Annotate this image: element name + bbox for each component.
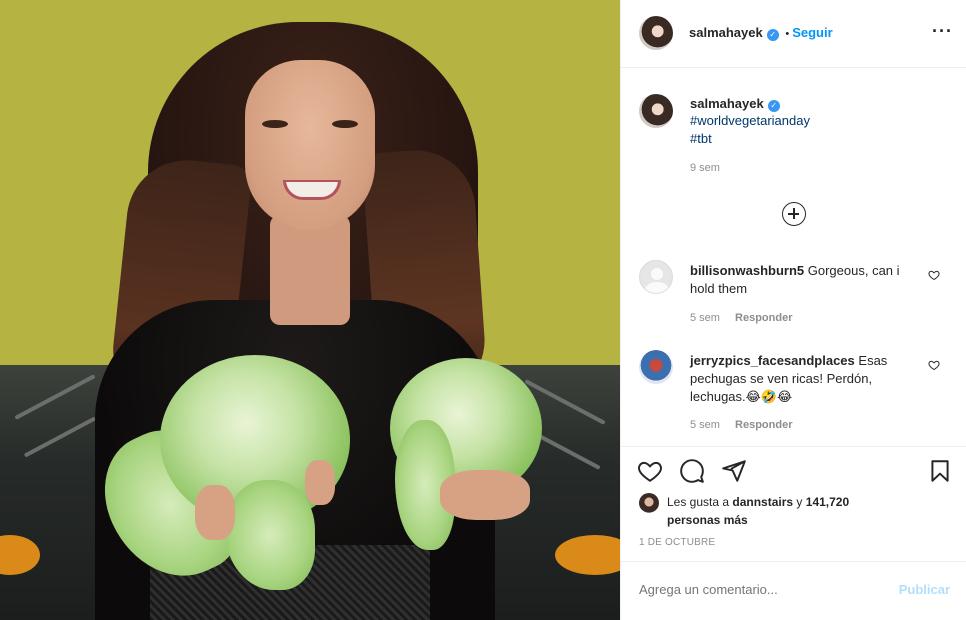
like-icon[interactable]: [637, 458, 663, 484]
likes-count[interactable]: 141,720: [806, 495, 849, 509]
author-avatar[interactable]: [639, 16, 673, 50]
face: [245, 60, 375, 230]
commenter-avatar[interactable]: [639, 350, 673, 384]
share-icon[interactable]: [721, 458, 747, 484]
comment-username[interactable]: billisonwashburn5: [690, 263, 804, 278]
liker-username[interactable]: dannstairs: [732, 495, 793, 509]
comment-time: 5 sem: [690, 419, 720, 431]
post-details-panel: salmahayek ✓ • Seguir ··· salmahayek ✓ #wor…: [620, 0, 966, 620]
like-comment-icon[interactable]: [928, 269, 940, 281]
add-comment-input[interactable]: [639, 582, 889, 597]
save-bookmark-icon[interactable]: [927, 458, 953, 484]
default-avatar-icon[interactable]: [639, 260, 673, 294]
reply-button[interactable]: Responder: [735, 419, 792, 431]
post-header: salmahayek ✓ • Seguir ···: [621, 0, 966, 68]
caption-username[interactable]: salmahayek: [690, 96, 764, 111]
post-photo[interactable]: [0, 0, 620, 620]
likes-summary: Les gusta a dannstairs y 141,720 persona…: [667, 495, 850, 527]
verified-badge-icon: ✓: [767, 100, 780, 112]
hashtag-link[interactable]: #tbt: [690, 130, 810, 148]
comment-username[interactable]: jerryzpics_facesandplaces: [690, 353, 855, 368]
load-more-comments-icon[interactable]: [782, 202, 806, 226]
caption-avatar[interactable]: [639, 94, 673, 128]
comment-icon[interactable]: [679, 458, 705, 484]
post-date: 1 DE OCTUBRE: [639, 537, 716, 548]
liker-avatar[interactable]: [639, 493, 659, 513]
caption-time: 9 sem: [690, 162, 720, 174]
more-options-icon[interactable]: ···: [932, 22, 953, 40]
hashtag-link[interactable]: #worldvegetarianday: [690, 112, 810, 130]
author-username[interactable]: salmahayek: [689, 25, 763, 40]
like-comment-icon[interactable]: [928, 359, 940, 371]
comment-time: 5 sem: [690, 312, 720, 324]
reply-button[interactable]: Responder: [735, 312, 792, 324]
publish-button[interactable]: Publicar: [899, 582, 950, 597]
caption: salmahayek ✓ #worldvegetarianday #tbt 9 s…: [690, 96, 810, 174]
verified-badge-icon: ✓: [766, 29, 779, 41]
follow-button[interactable]: Seguir: [792, 25, 832, 40]
